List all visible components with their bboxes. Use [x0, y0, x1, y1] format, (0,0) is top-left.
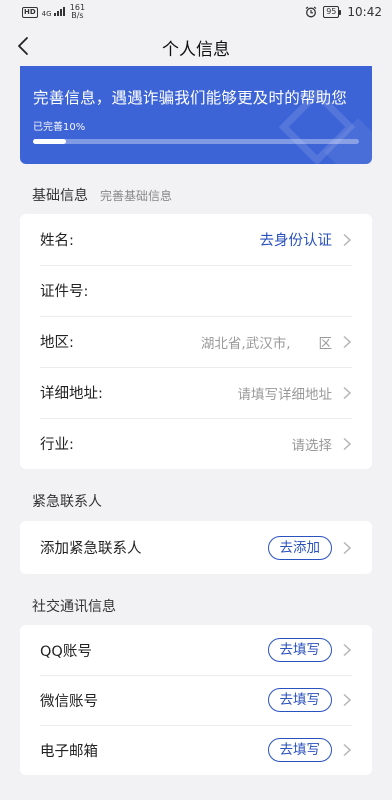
- identity-verify-link[interactable]: 去身份认证: [260, 229, 333, 250]
- email-row[interactable]: 电子邮箱 去填写: [20, 725, 372, 775]
- fill-wechat-button[interactable]: 去填写: [267, 688, 332, 712]
- email-label: 电子邮箱: [40, 743, 98, 760]
- fill-email-button[interactable]: 去填写: [267, 738, 332, 762]
- region-province-city: 湖北省,武汉市,: [200, 335, 291, 352]
- alarm-icon: [305, 6, 317, 18]
- name-label: 姓名:: [40, 233, 74, 249]
- chevron-right-icon: [343, 743, 352, 757]
- add-emergency-contact-label: 添加紧急联系人: [40, 541, 142, 557]
- emergency-contact-header: 紧急联系人: [32, 491, 102, 511]
- name-row[interactable]: 姓名: 去身份认证: [20, 214, 372, 265]
- region-label: 地区:: [40, 335, 74, 351]
- address-row[interactable]: 详细地址: 请填写详细地址: [20, 367, 372, 418]
- emergency-contact-card: 添加紧急联系人 去添加: [20, 521, 372, 574]
- completion-progress-bar: [33, 139, 359, 144]
- id-number-label: 证件号:: [40, 284, 89, 300]
- speed-unit: B/s: [71, 11, 84, 20]
- network-indicator: 4G: [41, 6, 66, 18]
- industry-label: 行业:: [40, 437, 74, 453]
- fill-qq-button[interactable]: 去填写: [267, 638, 332, 662]
- battery-icon: 95: [323, 6, 342, 18]
- chevron-right-icon: [343, 693, 352, 707]
- completion-progress-fill: [33, 139, 66, 144]
- add-contact-button[interactable]: 去添加: [267, 535, 332, 560]
- nav-bar: 个人信息: [0, 24, 392, 70]
- region-row[interactable]: 地区: 湖北省,武汉市, 区: [20, 316, 372, 367]
- social-info-header: 社交通讯信息: [32, 596, 116, 616]
- region-value: 湖北省,武汉市, 区: [201, 332, 332, 352]
- wechat-row[interactable]: 微信账号 去填写: [20, 675, 372, 725]
- address-placeholder: 请填写详细地址: [237, 386, 333, 403]
- add-emergency-contact-row[interactable]: 添加紧急联系人 去添加: [20, 521, 372, 574]
- basic-info-header: 基础信息 完善基础信息: [32, 185, 172, 205]
- chevron-right-icon: [343, 643, 352, 657]
- wechat-label: 微信账号: [40, 693, 98, 710]
- qq-row[interactable]: QQ账号 去填写: [20, 625, 372, 675]
- section-title: 社交通讯信息: [32, 599, 116, 615]
- network-type: 4G: [41, 9, 52, 18]
- basic-info-card: 姓名: 去身份认证 证件号: 地区: 湖北省,武汉市, 区 详细地址: 请填写详…: [20, 214, 372, 469]
- completion-text: 已完善10%: [33, 122, 86, 133]
- clock: 10:42: [347, 5, 382, 19]
- industry-row[interactable]: 行业: 请选择: [20, 418, 372, 469]
- industry-placeholder: 请选择: [291, 437, 333, 454]
- id-number-row[interactable]: 证件号:: [20, 265, 372, 316]
- region-district: 区: [318, 335, 333, 352]
- qq-label: QQ账号: [40, 643, 92, 660]
- section-title: 基础信息: [32, 188, 88, 204]
- network-speed: 161 B/s: [70, 4, 85, 20]
- social-info-card: QQ账号 去填写 微信账号 去填写 电子邮箱 去填写: [20, 625, 372, 775]
- address-label: 详细地址:: [40, 386, 103, 402]
- chevron-right-icon: [343, 335, 352, 348]
- back-arrow-icon[interactable]: [14, 34, 34, 58]
- battery-level: 95: [323, 6, 340, 18]
- completion-banner: 完善信息，遇遇诈骗我们能够更及时的帮助您 已完善10%: [20, 66, 372, 164]
- page-title: 个人信息: [162, 39, 230, 60]
- chevron-right-icon: [343, 541, 352, 554]
- chevron-right-icon: [343, 386, 352, 399]
- banner-headline: 完善信息，遇遇诈骗我们能够更及时的帮助您: [33, 89, 348, 107]
- chevron-right-icon: [343, 437, 352, 450]
- chevron-right-icon: [343, 233, 352, 246]
- section-title: 紧急联系人: [32, 494, 102, 510]
- status-bar: HD 4G 161 B/s 95 10:42: [0, 0, 392, 24]
- signal-icon: [53, 6, 65, 16]
- section-subtitle: 完善基础信息: [100, 189, 173, 203]
- hd-indicator: HD: [22, 6, 38, 18]
